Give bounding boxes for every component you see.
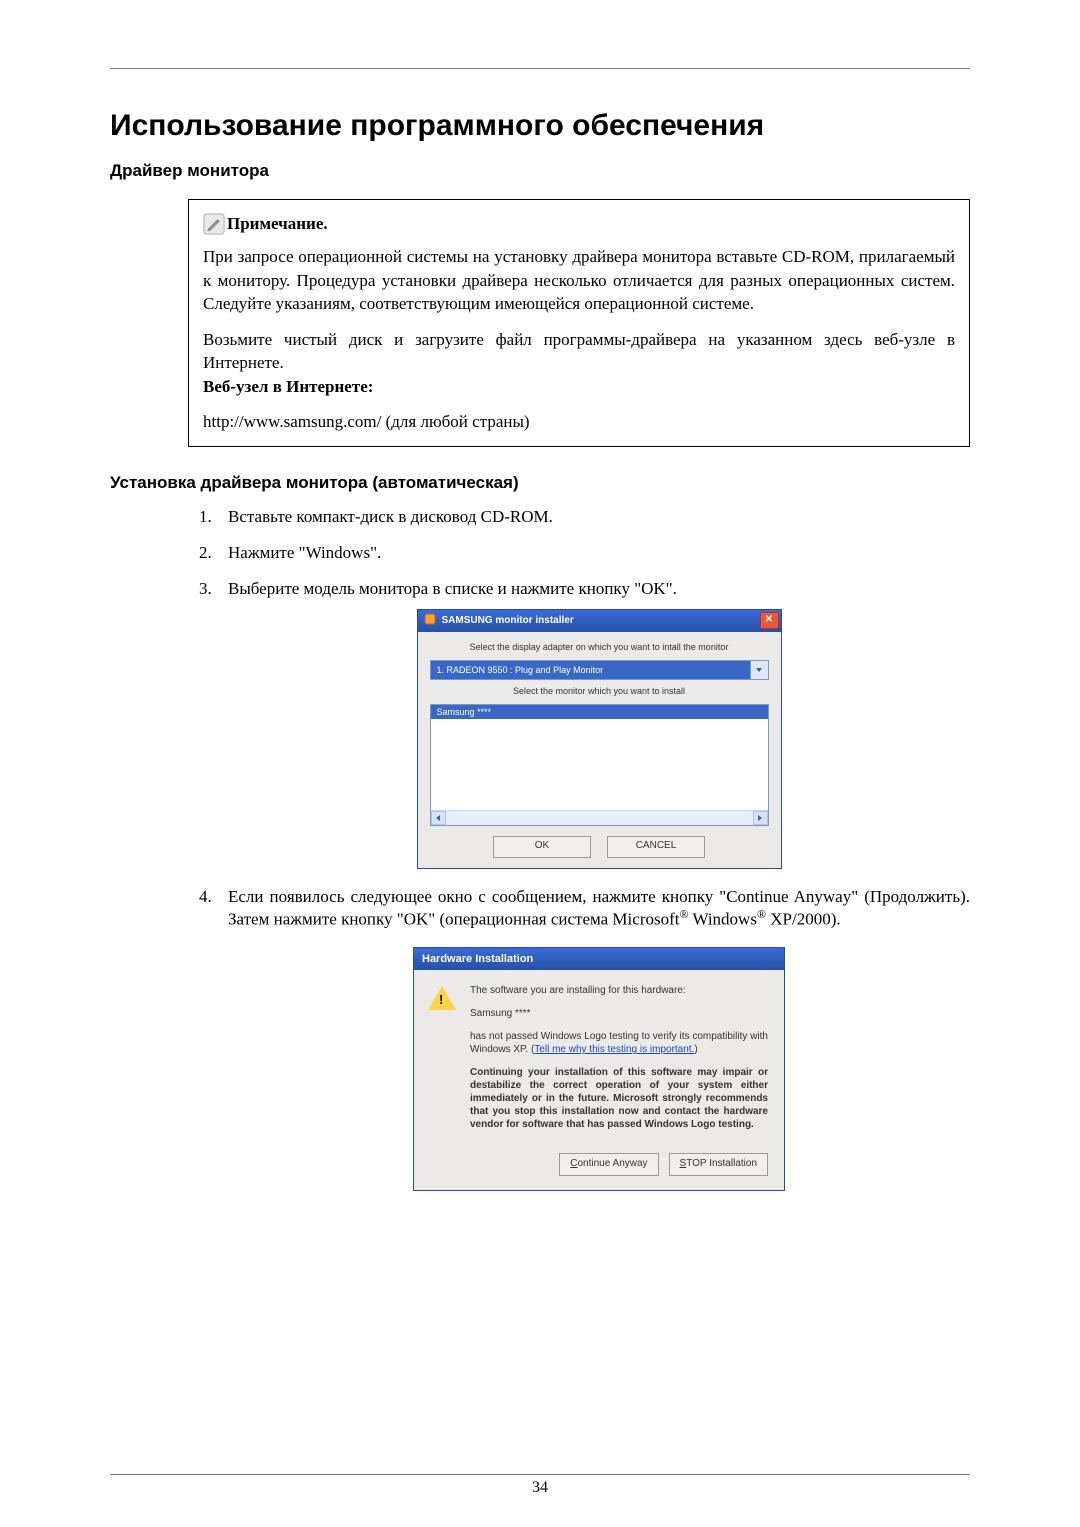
cancel-button[interactable]: CANCEL — [607, 836, 705, 858]
page: Использование программного обеспечения Д… — [0, 0, 1080, 1527]
step-3-text: Выберите модель монитора в списке и нажм… — [228, 579, 677, 598]
installer-dialog-titlebar: SAMSUNG monitor installer ✕ — [418, 610, 781, 632]
step-4-text-c: XP/2000). — [766, 909, 841, 928]
section-driver-heading: Драйвер монитора — [110, 161, 970, 181]
registered-mark-2: ® — [757, 907, 766, 921]
step-4-text-b: Windows — [689, 909, 757, 928]
warning-icon — [428, 984, 456, 1141]
adapter-combobox-value: 1. RADEON 9550 : Plug and Play Monitor — [437, 665, 604, 675]
installer-dialog-title-text: SAMSUNG monitor installer — [442, 615, 574, 626]
why-testing-important-link[interactable]: Tell me why this testing is important. — [534, 1044, 694, 1055]
step-4-text-a: Если появилось следующее окно с сообщени… — [228, 887, 970, 929]
hardware-installation-button-row: Continue Anyway STOP Installation — [414, 1153, 784, 1190]
note-p2-text: Возьмите чистый диск и загрузите файл пр… — [203, 330, 955, 372]
hardware-installation-text: The software you are installing for this… — [470, 984, 768, 1141]
close-icon[interactable]: ✕ — [760, 612, 779, 629]
hardware-installation-body: The software you are installing for this… — [414, 970, 784, 1153]
installer-dialog-body: Select the display adapter on which you … — [418, 632, 781, 868]
note-paragraph-2: Возьмите чистый диск и загрузите файл пр… — [203, 328, 955, 398]
note-url-tail: (для любой страны) — [381, 412, 529, 431]
note-website-url-link[interactable]: http://www.samsung.com/ — [203, 412, 381, 431]
note-body: При запросе операционной системы на уста… — [203, 245, 955, 433]
note-url-line: http://www.samsung.com/ (для любой стран… — [203, 410, 955, 433]
listbox-hscrollbar[interactable] — [431, 810, 768, 825]
stop-installation-button[interactable]: STOP Installation — [669, 1153, 768, 1176]
hw-p3b: ) — [694, 1044, 697, 1055]
installer-prompt-monitor: Select the monitor which you want to ins… — [430, 686, 769, 696]
adapter-combobox[interactable]: 1. RADEON 9550 : Plug and Play Monitor — [430, 660, 769, 680]
installer-dialog-app-icon — [424, 613, 436, 628]
hw-p3: has not passed Windows Logo testing to v… — [470, 1030, 768, 1056]
hardware-installation-dialog-illustration: Hardware Installation The software you a… — [228, 947, 970, 1191]
step-4: Если появилось следующее окно с сообщени… — [216, 887, 970, 1192]
hw-p1: The software you are installing for this… — [470, 984, 768, 997]
monitor-list-selected-item[interactable]: Samsung **** — [431, 705, 768, 719]
hw-p4-strong: Continuing your installation of this sof… — [470, 1066, 768, 1131]
installer-prompt-adapter: Select the display adapter on which you … — [430, 642, 769, 652]
installer-dialog-illustration: SAMSUNG monitor installer ✕ Select the d… — [228, 609, 970, 869]
note-website-label: Веб-узел в Интернете: — [203, 377, 373, 396]
note-paragraph-1: При запросе операционной системы на уста… — [203, 245, 955, 315]
hw-p2: Samsung **** — [470, 1007, 768, 1020]
continue-anyway-button[interactable]: Continue Anyway — [559, 1153, 658, 1176]
registered-mark-1: ® — [679, 907, 688, 921]
step-1: Вставьте компакт-диск в дисковод CD-ROM. — [216, 507, 970, 527]
note-pencil-icon — [203, 213, 225, 235]
chapter-title: Использование программного обеспечения — [110, 109, 970, 143]
hardware-installation-dialog: Hardware Installation The software you a… — [413, 947, 785, 1191]
scroll-right-icon[interactable] — [753, 811, 768, 825]
step-2: Нажмите "Windows". — [216, 543, 970, 563]
section-install-auto-heading: Установка драйвера монитора (автоматичес… — [110, 473, 970, 493]
note-header: Примечание. — [203, 212, 955, 235]
ok-button[interactable]: OK — [493, 836, 591, 858]
note-label: Примечание. — [227, 212, 328, 235]
page-number: 34 — [0, 1479, 1080, 1497]
installer-dialog: SAMSUNG monitor installer ✕ Select the d… — [417, 609, 782, 869]
hardware-installation-titlebar: Hardware Installation — [414, 948, 784, 970]
install-steps-list: Вставьте компакт-диск в дисковод CD-ROM.… — [188, 507, 970, 1192]
hardware-installation-title-text: Hardware Installation — [422, 953, 533, 965]
installer-dialog-button-row: OK CANCEL — [430, 836, 769, 858]
note-box: Примечание. При запросе операционной сис… — [188, 199, 970, 447]
footer-rule — [110, 1474, 970, 1475]
step-3: Выберите модель монитора в списке и нажм… — [216, 579, 970, 869]
scroll-left-icon[interactable] — [431, 811, 446, 825]
monitor-listbox[interactable]: Samsung **** — [430, 704, 769, 826]
chevron-down-icon[interactable] — [750, 661, 768, 679]
header-rule — [110, 68, 970, 69]
